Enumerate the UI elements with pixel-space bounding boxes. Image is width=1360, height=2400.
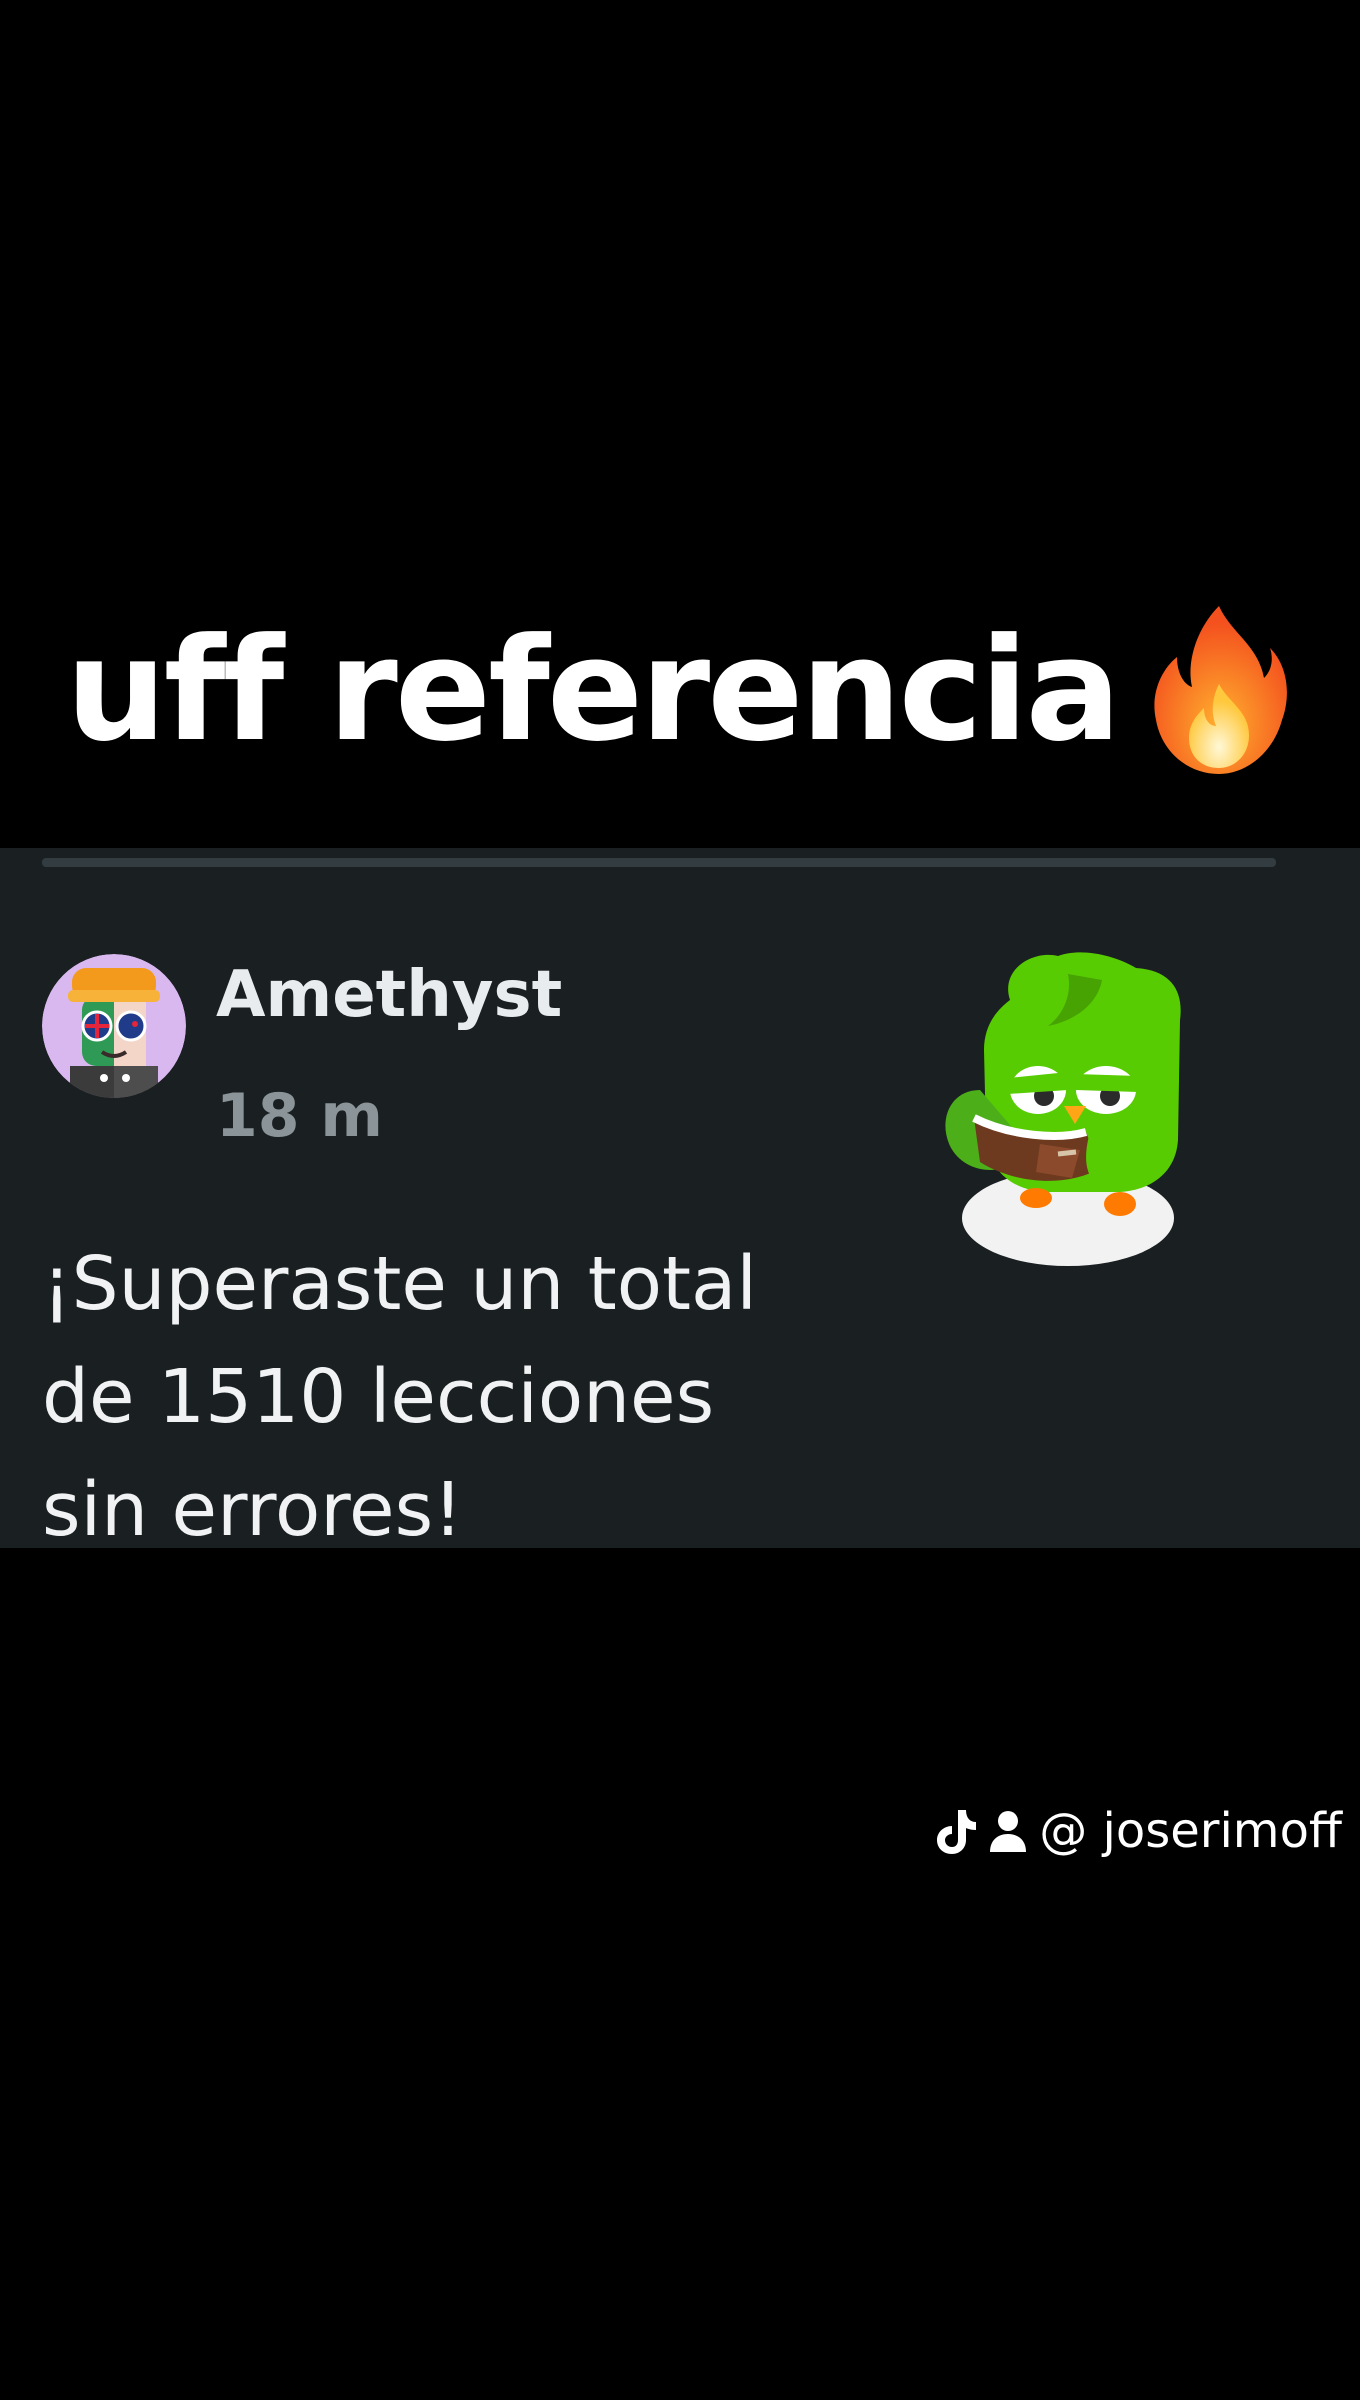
divider (42, 858, 1276, 867)
post-card[interactable]: Amethyst 18 m ¡Superaste un total de 151… (0, 848, 1360, 1548)
caption-text: uff referencia (65, 607, 1122, 773)
avatar[interactable] (42, 954, 186, 1098)
caption: uff referencia (0, 590, 1360, 790)
post-message: ¡Superaste un total de 1510 lecciones si… (42, 1241, 757, 1548)
author-name[interactable]: Amethyst (216, 958, 562, 1032)
post-time: 18 m (216, 1081, 383, 1151)
watermark: @ joserimoff (935, 1798, 1342, 1864)
tiktok-icon (937, 1810, 977, 1854)
fire-icon (1154, 606, 1288, 774)
user-icon (990, 1811, 1027, 1852)
watermark-handle: @ joserimoff (1039, 1803, 1342, 1859)
duo-owl-icon (945, 952, 1181, 1266)
